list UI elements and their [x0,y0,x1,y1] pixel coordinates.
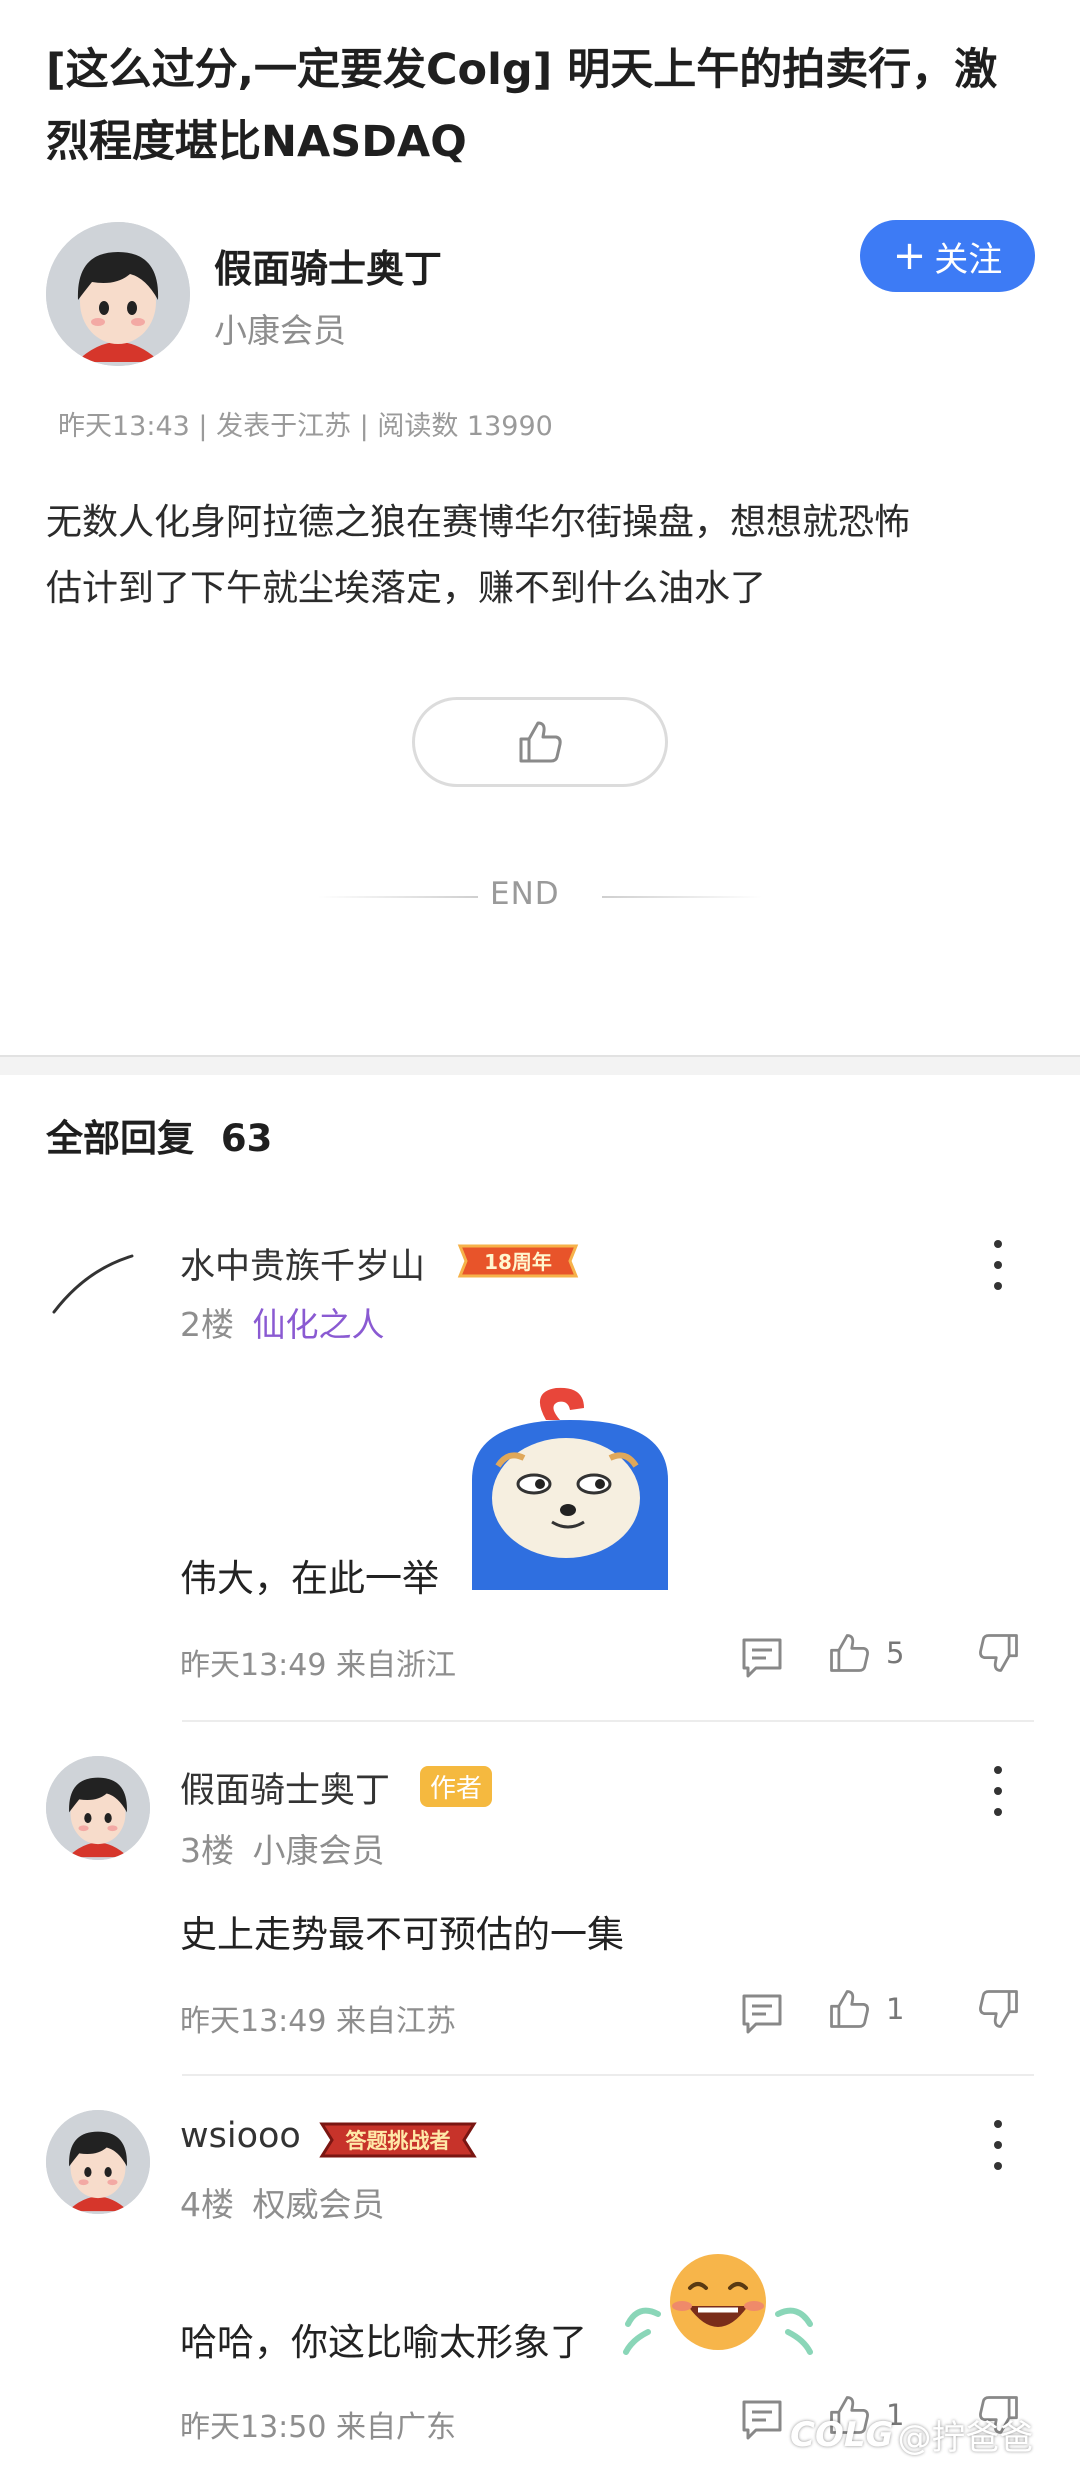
author-badge: 作者 [420,1766,493,1807]
author-level: 小康会员 [214,311,346,350]
reply-separator [182,2074,1034,2076]
reply-avatar[interactable] [46,1756,150,1860]
reply-floor: 2楼 仙化之人 [180,1298,385,1346]
reply-meta: 昨天13:49 来自江苏 [180,2004,456,2039]
challenger-badge-text: 答题挑战者 [346,2129,451,2153]
reply-avatar[interactable] [46,1232,150,1336]
like-count: 1 [886,1992,905,2026]
reply-floor: 4楼 权威会员 [180,2178,385,2226]
comment-icon[interactable] [740,1636,784,1680]
reply-like-button[interactable]: 5 [826,1630,904,1676]
end-line-right [602,896,762,898]
reply-like-button[interactable]: 1 [826,1986,904,2032]
reply-meta: 昨天13:49 来自浙江 [180,1648,456,1683]
follow-button[interactable]: + 关注 [860,220,1035,292]
replies-count: 63 [220,1117,273,1160]
replies-label: 全部回复 [46,1117,194,1160]
floor-number: 3楼 [180,1831,234,1870]
laughing-emoji-sticker [618,2244,818,2364]
more-options-icon[interactable] [990,1766,1006,1816]
member-level: 仙化之人 [252,1305,385,1344]
anniversary-badge-text: 18周年 [484,1250,552,1274]
thumbs-down-icon[interactable] [976,1630,1022,1676]
end-line-left [318,896,478,898]
reply-avatar[interactable] [46,2110,150,2214]
watermark: COLG @拧爸爸 [790,2410,1033,2459]
reply-meta: 昨天13:50 来自广东 [180,2410,456,2445]
member-level: 权威会员 [252,2185,385,2224]
post-body-line: 无数人化身阿拉德之狼在赛博华尔街操盘，想想就恐怖 [46,502,911,543]
floor-number: 4楼 [180,2185,234,2224]
reply-username[interactable]: 假面骑士奥丁 [180,1762,390,1813]
watermark-logo: COLG [790,2414,894,2455]
reply-username[interactable]: 水中贵族千岁山 [180,1238,425,1289]
end-label: END [490,876,560,912]
author-name[interactable]: 假面骑士奥丁 [214,238,442,293]
challenger-badge: 答题挑战者 [312,2118,484,2162]
thumbs-up-icon [830,1990,869,2028]
thumbs-up-icon [519,721,562,763]
post-body: 无数人化身阿拉德之狼在赛博华尔街操盘，想想就恐怖 估计到了下午就尘埃落定，赚不到… [46,490,1036,622]
anniversary-badge: 18周年 [452,1238,584,1284]
comment-icon[interactable] [740,2398,784,2442]
reply-text: 史上走势最不可预估的一集 [180,1913,624,1956]
follow-label: 关注 [934,239,1003,280]
more-options-icon[interactable] [990,2120,1006,2170]
watermark-handle: @拧爸爸 [897,2418,1034,2458]
more-options-icon[interactable] [990,1240,1006,1290]
post-meta: 昨天13:43 | 发表于江苏 | 阅读数 13990 [58,411,553,442]
comment-icon[interactable] [740,1992,784,2036]
floor-number: 2楼 [180,1305,234,1344]
reply-username[interactable]: wsiooo [180,2116,301,2156]
post-body-line: 估计到了下午就尘埃落定，赚不到什么油水了 [46,568,767,609]
sticker-image [468,1380,672,1590]
plus-icon: + [892,233,927,279]
author-avatar[interactable] [46,222,190,366]
section-divider [0,1055,1080,1075]
thumbs-down-icon[interactable] [976,1986,1022,2032]
thumbs-up-icon [830,1634,869,1672]
like-count: 5 [886,1636,905,1670]
reply-separator [182,1720,1034,1722]
reply-floor: 3楼 小康会员 [180,1824,385,1872]
post-like-button[interactable] [412,697,668,787]
replies-header: 全部回复 63 [46,1108,272,1162]
reply-text: 伟大，在此一举 [180,1557,439,1600]
reply-text: 哈哈，你这比喻太形象了 [180,2321,587,2364]
member-level: 小康会员 [252,1831,385,1870]
post-title: [这么过分,一定要发Colg] 明天上午的拍卖行，激烈程度堪比NASDAQ [46,45,998,167]
